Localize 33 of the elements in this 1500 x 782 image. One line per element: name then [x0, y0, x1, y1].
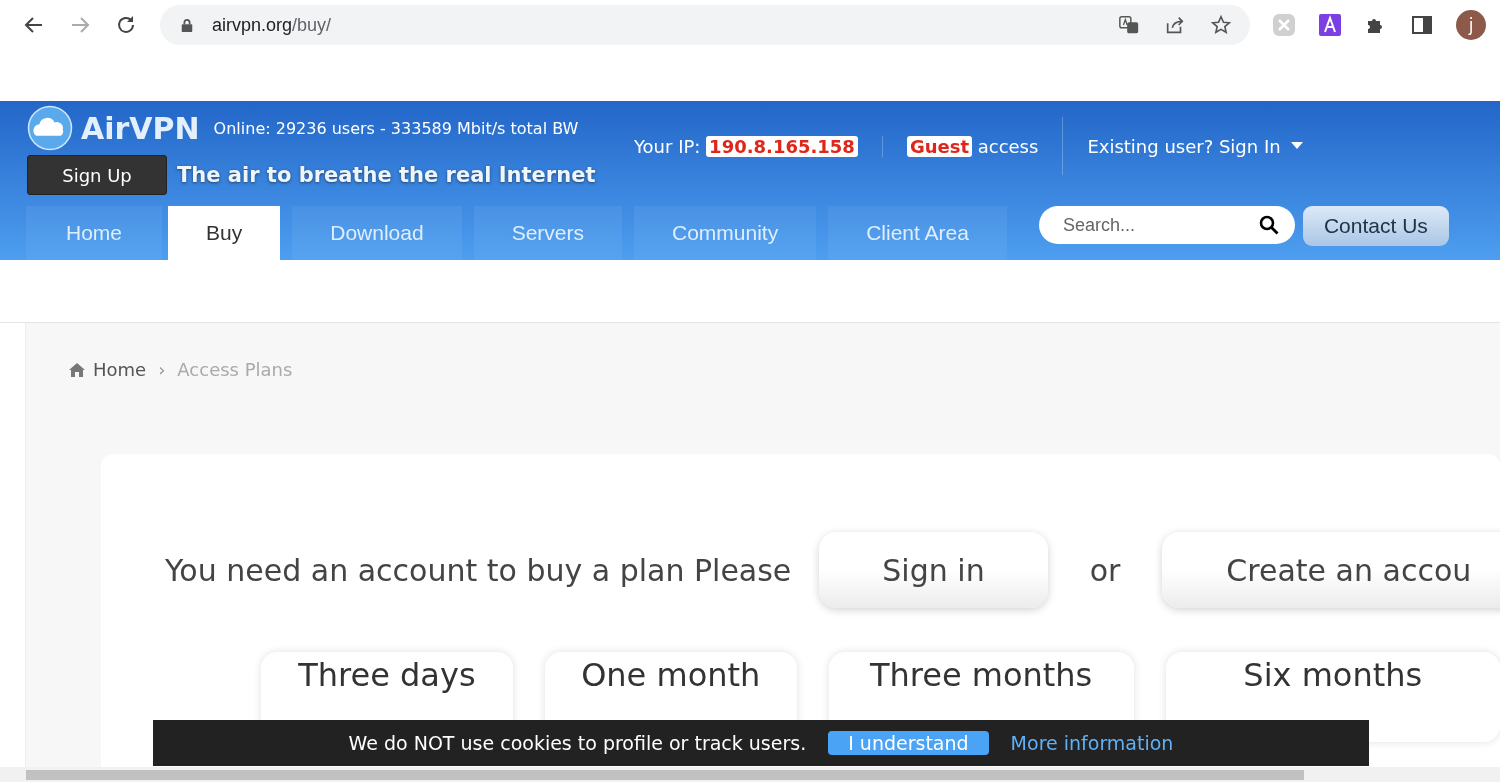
plan-title: Three days	[298, 656, 476, 694]
translate-icon[interactable]	[1118, 14, 1140, 36]
logo-text: AirVPN	[81, 110, 200, 146]
search-icon[interactable]	[1258, 215, 1279, 235]
caret-icon	[1290, 142, 1303, 150]
star-icon[interactable]	[1210, 14, 1232, 36]
breadcrumb-separator: ›	[158, 359, 166, 380]
sign-in-dropdown[interactable]: Existing user? Sign In	[1062, 117, 1327, 175]
search-field[interactable]: Search...	[1038, 206, 1295, 244]
plan-title: Six months	[1243, 656, 1423, 694]
breadcrumb-link[interactable]: Home	[93, 359, 147, 380]
url-text: airvpn.org/buy/	[212, 14, 332, 36]
contact-us-button[interactable]: Contact Us	[1302, 206, 1449, 246]
prompt-text: You need an account to buy a plan Please	[165, 552, 792, 588]
cloud-globe-icon	[27, 105, 73, 151]
side-panel-icon[interactable]	[1410, 13, 1434, 37]
or-text: or	[1089, 552, 1121, 588]
tagline: The air to breathe the real Internet	[177, 163, 596, 187]
share-icon[interactable]	[1164, 14, 1186, 36]
access-info: Guest access	[881, 135, 1063, 157]
lock-icon	[180, 17, 194, 33]
user-stats: Online: 29236 users - 333589 Mbit/s total BW	[213, 118, 579, 138]
plan-title: Three months	[869, 656, 1093, 694]
nav-tab[interactable]: Buy	[168, 206, 281, 260]
horizontal-scrollbar[interactable]	[0, 767, 1500, 782]
sign-up-button[interactable]: Sign Up	[27, 155, 167, 195]
create-account-button[interactable]: Create an accou	[1162, 532, 1500, 608]
sign-in-button[interactable]: Sign in	[819, 532, 1048, 608]
home-icon	[69, 362, 85, 377]
plan-title: One month	[581, 656, 761, 694]
address-bar[interactable]: airvpn.org/buy/	[160, 5, 1250, 45]
profile-avatar[interactable]: j	[1456, 10, 1486, 40]
extension-icon[interactable]	[1318, 13, 1342, 37]
